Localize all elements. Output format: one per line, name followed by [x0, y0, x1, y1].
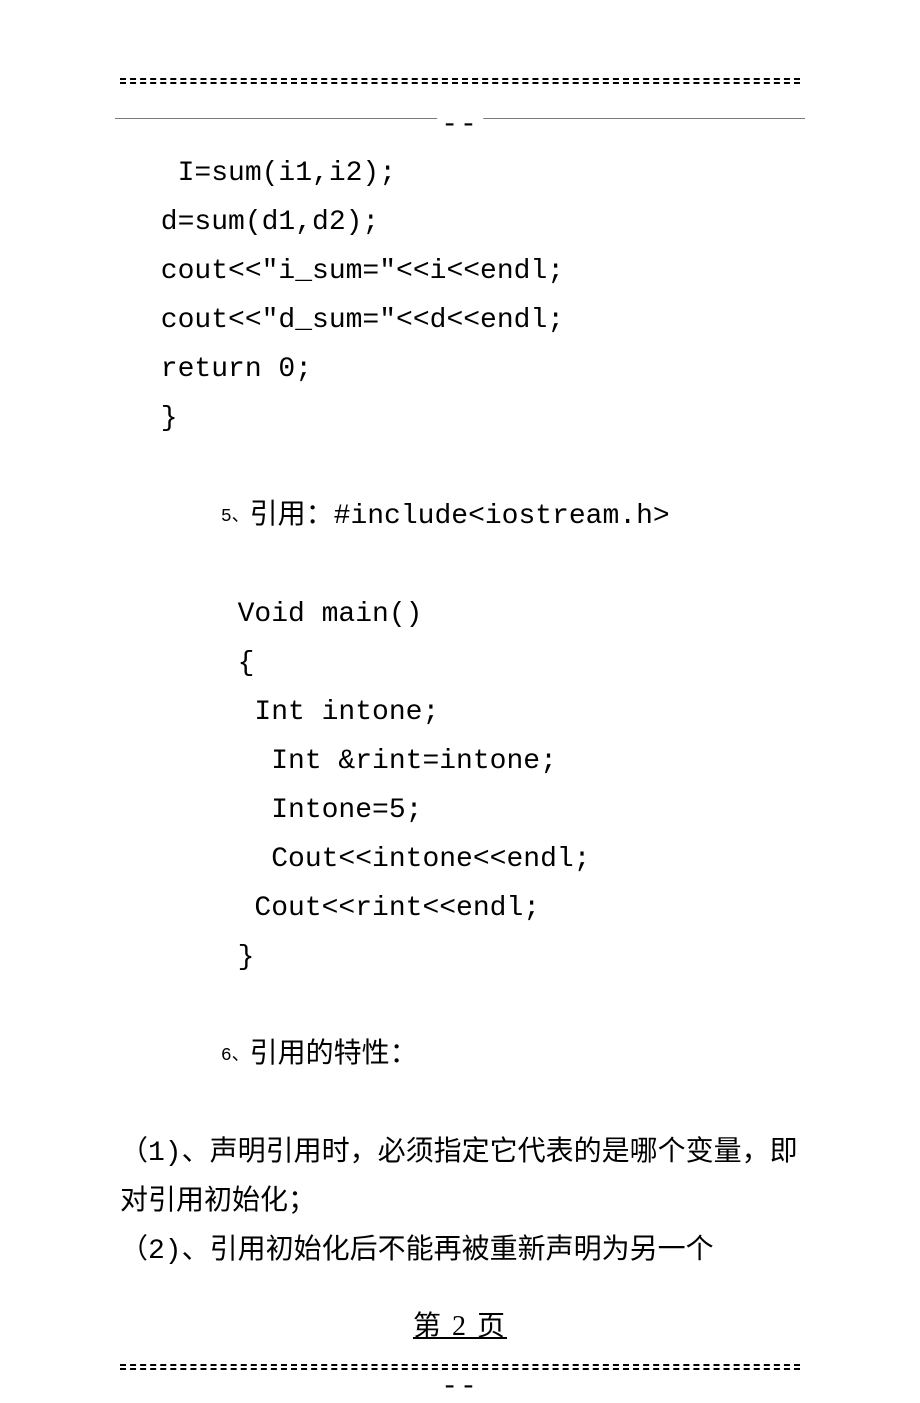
code-line: {	[120, 639, 800, 688]
item-5-title: 引用：#include<iostream.h>	[250, 501, 670, 532]
top-divider-dashes	[120, 78, 800, 84]
code-line: }	[120, 933, 800, 982]
document-content: I=sum(i1,i2); d=sum(d1,d2); cout<<"i_sum…	[120, 149, 800, 1276]
code-line: }	[120, 394, 800, 443]
item-5-label: 5、	[221, 507, 250, 527]
code-line: Cout<<rint<<endl;	[120, 884, 800, 933]
document-page: -- I=sum(i1,i2); d=sum(d1,d2); cout<<"i_…	[0, 0, 920, 1403]
code-line: Int intone;	[120, 688, 800, 737]
code-line: Void main()	[120, 590, 800, 639]
bottom-divider-dashes	[120, 1364, 800, 1370]
item-5-line: 5、引用：#include<iostream.h>	[120, 443, 800, 590]
code-line: I=sum(i1,i2);	[120, 149, 800, 198]
item-6-title: 引用的特性：	[250, 1040, 418, 1071]
code-line: Cout<<intone<<endl;	[120, 835, 800, 884]
item-6-label: 6、	[221, 1046, 250, 1066]
code-line: d=sum(d1,d2);	[120, 198, 800, 247]
code-line: cout<<"i_sum="<<i<<endl;	[120, 247, 800, 296]
code-line: Int &rint=intone;	[120, 737, 800, 786]
item-6-paragraph-2: （2)、引用初始化后不能再被重新声明为另一个	[120, 1227, 800, 1276]
code-line: Intone=5;	[120, 786, 800, 835]
code-line: cout<<"d_sum="<<d<<endl;	[120, 296, 800, 345]
top-double-dash: --	[437, 110, 483, 141]
page-number: 第 2 页	[120, 1304, 800, 1344]
code-line: return 0;	[120, 345, 800, 394]
item-6-line: 6、引用的特性：	[120, 982, 800, 1129]
item-6-paragraph-1: （1)、声明引用时，必须指定它代表的是哪个变量，即对引用初始化；	[120, 1129, 800, 1227]
bottom-double-dash: --	[120, 1372, 800, 1403]
